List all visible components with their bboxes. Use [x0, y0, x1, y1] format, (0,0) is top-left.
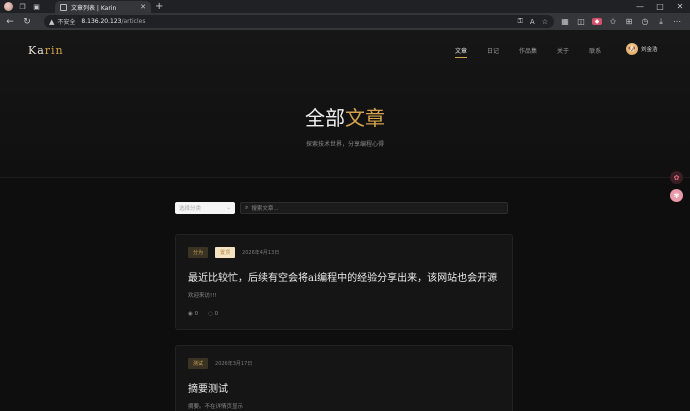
- search-input[interactable]: ⌕ 搜索文章...: [240, 202, 508, 214]
- article-date: 2026年3月17日: [215, 361, 253, 367]
- article-stats: ◉ 0 ◌ 0: [188, 311, 218, 317]
- reload-icon[interactable]: ↻: [20, 17, 34, 27]
- page-subtitle: 探索技术世界，分享编程心得: [305, 141, 384, 148]
- category-select-placeholder: 选择分类: [179, 206, 202, 212]
- split-screen-icon[interactable]: ◫: [576, 17, 586, 26]
- article-card[interactable]: 测试 2026年3月17日 摘要测试 摘要。不在详情页显示: [175, 345, 513, 411]
- bookmark-star-icon[interactable]: ☆: [542, 18, 548, 26]
- category-select[interactable]: 选择分类 ⌄: [175, 202, 235, 214]
- hero-section: Karin 文章 日记 作品集 关于 联系 🐶 刘金浩 全部文章 探索技术世界，…: [0, 30, 690, 178]
- translate-icon[interactable]: A: [530, 18, 535, 26]
- tab-close-icon[interactable]: ✕: [140, 3, 146, 11]
- new-tab-button[interactable]: +: [155, 1, 163, 12]
- back-arrow-icon[interactable]: ←: [3, 17, 17, 27]
- side-float-icon-top[interactable]: ✿: [670, 171, 683, 184]
- nav-item-diary[interactable]: 日记: [487, 46, 499, 58]
- category-badge[interactable]: 测试: [188, 358, 209, 369]
- site-logo[interactable]: Karin: [28, 44, 64, 57]
- tab-actions-icon[interactable]: ▣: [32, 2, 41, 11]
- extension-icon[interactable]: ▦: [560, 17, 570, 26]
- article-meta: 分为 置顶 2026年4月13日: [188, 247, 279, 258]
- maximize-button[interactable]: □: [650, 0, 670, 13]
- browser-tab-strip: ❐ ▣ 文章列表 | Karin ✕ + — □ ✕: [0, 0, 690, 13]
- filter-bar: 选择分类 ⌄ ⌕ 搜索文章...: [175, 202, 508, 214]
- omnibox-actions: ⚿ A ☆: [518, 15, 548, 28]
- more-menu-icon[interactable]: ⋯: [672, 17, 682, 26]
- main-nav: 文章 日记 作品集 关于 联系: [455, 46, 601, 58]
- page-title: 全部文章: [0, 102, 690, 131]
- eye-icon: ◉: [188, 311, 193, 317]
- workspaces-icon[interactable]: ❐: [18, 2, 27, 11]
- views-stat: ◉ 0: [188, 311, 198, 317]
- comments-count: 0: [214, 311, 219, 317]
- category-badge[interactable]: 分为: [188, 247, 209, 258]
- nav-item-contact[interactable]: 联系: [589, 46, 601, 58]
- user-menu[interactable]: 🐶 刘金浩: [626, 43, 658, 55]
- warning-icon: ▲: [49, 17, 55, 26]
- article-summary: 欢迎来访!!!: [188, 293, 217, 299]
- tab-title: 文章列表 | Karin: [71, 4, 117, 12]
- views-count: 0: [194, 311, 199, 317]
- search-placeholder: 搜索文章...: [251, 206, 279, 212]
- history-icon[interactable]: ◷: [640, 17, 650, 26]
- article-date: 2026年4月13日: [242, 250, 280, 256]
- article-summary: 摘要。不在详情页显示: [188, 404, 244, 410]
- profile-avatar[interactable]: [4, 2, 13, 11]
- tab-favicon-icon: [60, 3, 67, 11]
- favorites-icon[interactable]: ✩: [608, 17, 618, 26]
- logo-accent-text: rin: [44, 44, 64, 57]
- nav-item-articles[interactable]: 文章: [455, 46, 468, 58]
- page-title-main: 全部: [305, 106, 345, 130]
- comments-stat: ◌ 0: [208, 311, 218, 317]
- nav-item-portfolio[interactable]: 作品集: [519, 46, 537, 58]
- chevron-down-icon: ⌄: [226, 205, 231, 211]
- browser-tab-active[interactable]: 文章列表 | Karin ✕: [55, 1, 151, 13]
- close-window-button[interactable]: ✕: [670, 0, 690, 13]
- browser-toolbar: ← ↻ ▲ 不安全 8.136.20.123 /articles ⚿ A ☆ ▦…: [0, 13, 690, 30]
- article-card[interactable]: 分为 置顶 2026年4月13日 最近比较忙，后续有空会将ai编程中的经验分享出…: [175, 234, 513, 330]
- extension-toolbar: ▦ ◫ ◆ ✩ ⊞ ◷ ⤓ ⋯: [560, 13, 682, 30]
- logo-main-text: Ka: [28, 44, 45, 57]
- search-icon: ⌕: [245, 204, 249, 211]
- user-avatar: 🐶: [626, 43, 638, 55]
- minimize-button[interactable]: —: [630, 0, 650, 13]
- article-title[interactable]: 最近比较忙，后续有空会将ai编程中的经验分享出来，该网站也会开源: [188, 269, 497, 284]
- page: Karin 文章 日记 作品集 关于 联系 🐶 刘金浩 全部文章 探索技术世界，…: [0, 30, 690, 411]
- red-extension-icon[interactable]: ◆: [592, 18, 602, 25]
- page-title-accent: 文章: [345, 106, 385, 130]
- pinned-badge: 置顶: [215, 247, 236, 258]
- article-meta: 测试 2026年3月17日: [188, 358, 252, 369]
- collections-icon[interactable]: ⊞: [624, 17, 634, 26]
- downloads-icon[interactable]: ⤓: [656, 17, 666, 27]
- comment-icon: ◌: [208, 311, 213, 317]
- url-host: 8.136.20.123: [81, 18, 122, 25]
- key-icon[interactable]: ⚿: [518, 17, 523, 26]
- security-label: 不安全: [57, 19, 76, 26]
- url-path: /articles: [121, 18, 146, 25]
- nav-item-about[interactable]: 关于: [557, 46, 569, 58]
- address-bar[interactable]: ▲ 不安全 8.136.20.123 /articles ⚿ A ☆: [44, 15, 554, 28]
- article-title[interactable]: 摘要测试: [188, 380, 228, 395]
- side-float-icon-bottom[interactable]: ✾: [670, 189, 683, 202]
- user-name: 刘金浩: [641, 47, 658, 53]
